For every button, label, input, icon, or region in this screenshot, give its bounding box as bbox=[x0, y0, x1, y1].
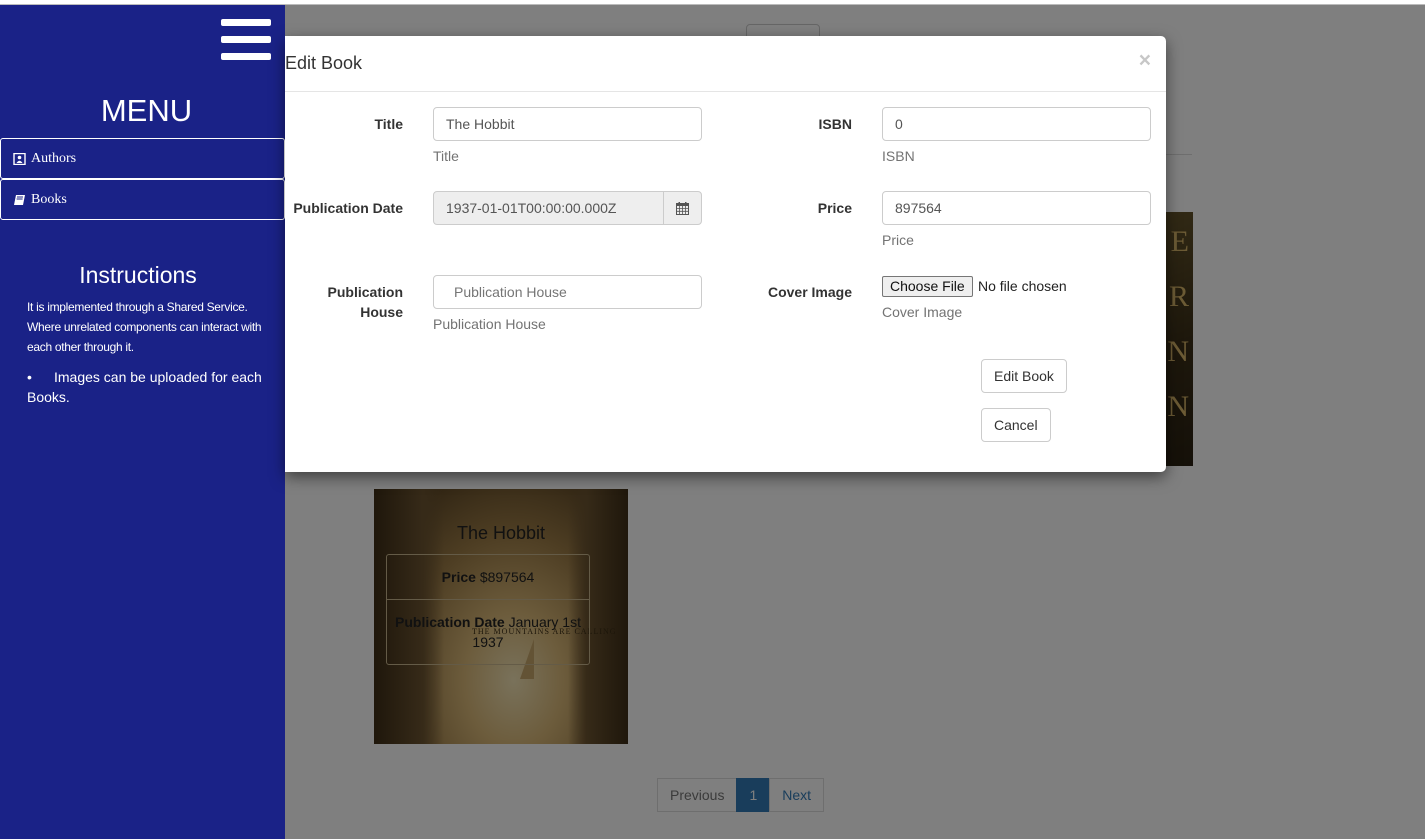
publication-date-input[interactable]: 1937-01-01T00:00:00.000Z bbox=[433, 191, 664, 225]
book-icon bbox=[14, 194, 25, 205]
instructions-title: Instructions bbox=[79, 262, 197, 288]
cover-image-label: Cover Image bbox=[767, 284, 852, 300]
isbn-input[interactable]: 0 bbox=[882, 107, 1151, 141]
title-label: Title bbox=[374, 116, 403, 132]
title-help: Title bbox=[433, 148, 459, 164]
isbn-help: ISBN bbox=[882, 148, 915, 164]
price-input[interactable]: 897564 bbox=[882, 191, 1151, 225]
publication-house-label: Publication House bbox=[285, 282, 403, 322]
sidebar-menu: Authors Books bbox=[0, 138, 285, 220]
sidebar-item-label: Authors bbox=[31, 150, 77, 166]
sidebar-item-authors[interactable]: Authors bbox=[0, 138, 285, 179]
title-input[interactable]: The Hobbit bbox=[433, 107, 702, 141]
instructions-bullet: • Images can be uploaded for each Books. bbox=[27, 369, 262, 405]
publication-house-input[interactable] bbox=[433, 275, 702, 309]
menu-title: MENU bbox=[100, 93, 193, 128]
isbn-label: ISBN bbox=[818, 116, 852, 132]
address-book-icon bbox=[13, 152, 26, 165]
file-status: No file chosen bbox=[978, 278, 1067, 294]
cover-image-help: Cover Image bbox=[882, 304, 963, 320]
modal-header: Edit Book × bbox=[285, 36, 1166, 92]
publication-house-label-line1: Publication bbox=[327, 284, 403, 300]
publication-house-help: Publication House bbox=[433, 316, 546, 332]
sidebar-item-label: Books bbox=[31, 191, 67, 207]
price-help: Price bbox=[882, 232, 914, 248]
modal-title: Edit Book bbox=[285, 53, 363, 73]
publication-date-label: Publication Date bbox=[293, 200, 403, 216]
instructions-bullet-text: Images can be uploaded for each Books. bbox=[27, 369, 262, 405]
hamburger-menu-icon[interactable] bbox=[221, 19, 271, 61]
edit-book-modal: Edit Book × Title The Hobbit Title ISBN … bbox=[285, 36, 1166, 472]
sidebar-item-books[interactable]: Books bbox=[0, 179, 285, 220]
close-icon[interactable]: × bbox=[1139, 49, 1151, 73]
sidebar: MENU Authors Books Instructions It is im… bbox=[0, 5, 285, 839]
instructions-text: It is implemented through a Shared Servi… bbox=[27, 300, 262, 354]
edit-book-button[interactable]: Edit Book bbox=[981, 359, 1067, 393]
choose-file-button[interactable]: Choose File bbox=[882, 276, 973, 297]
price-label: Price bbox=[817, 200, 852, 216]
cancel-button[interactable]: Cancel bbox=[981, 408, 1051, 442]
publication-house-label-line2: House bbox=[360, 304, 403, 320]
